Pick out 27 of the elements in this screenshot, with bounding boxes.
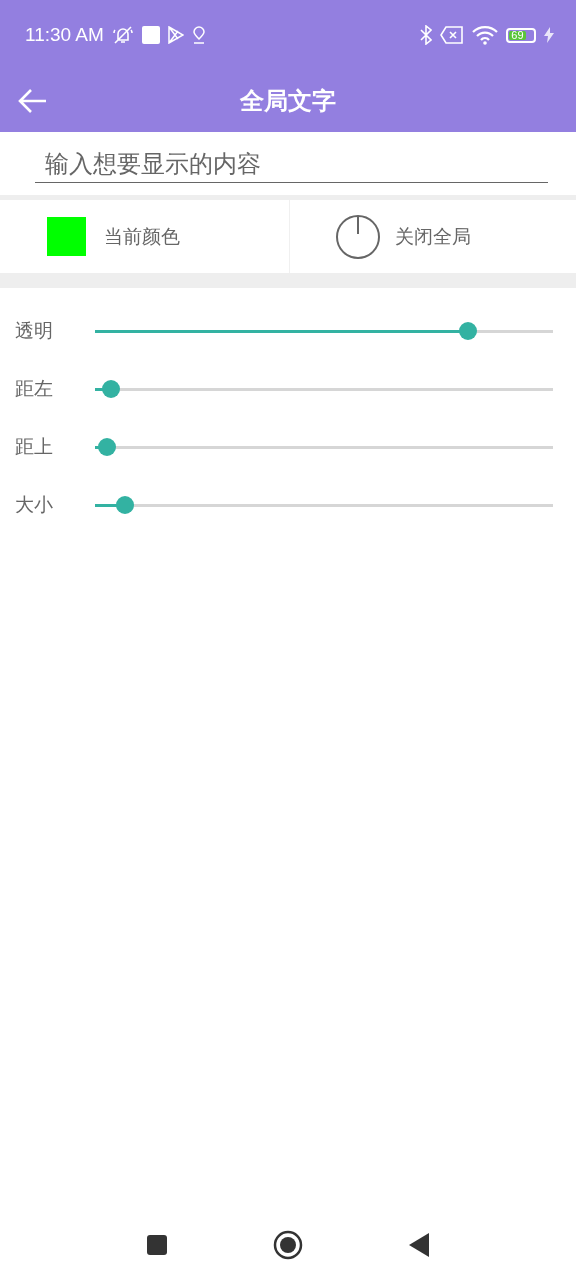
play-icon: [167, 26, 184, 44]
slider-thumb[interactable]: [97, 437, 116, 456]
square-icon: [141, 26, 160, 44]
bluetooth-icon: [420, 25, 432, 45]
text-input-field[interactable]: 输入想要显示的内容: [35, 146, 548, 183]
close-global-button[interactable]: 关闭全局: [289, 200, 576, 273]
back-button[interactable]: [18, 88, 48, 114]
recents-button[interactable]: [146, 1234, 168, 1256]
power-icon: [334, 213, 381, 260]
screen-title: 全局文字: [240, 87, 336, 115]
color-picker-button[interactable]: 当前颜色: [0, 200, 290, 273]
back-nav-button[interactable]: [408, 1232, 430, 1258]
no-sim-icon: [440, 26, 464, 44]
slider-label: 距左: [14, 376, 54, 401]
pin-icon: [191, 26, 206, 44]
slider-thumb[interactable]: [102, 379, 121, 398]
wifi-icon: [472, 25, 498, 45]
slider-thumb[interactable]: [115, 495, 134, 514]
battery-icon: 69: [506, 27, 536, 43]
slider-label: 透明: [14, 318, 54, 343]
slider-thumb[interactable]: [459, 321, 478, 340]
charging-icon: [544, 27, 554, 43]
home-button[interactable]: [273, 1230, 303, 1260]
bell-off-icon: [111, 25, 134, 45]
slider-label: 大小: [14, 492, 54, 517]
slider-label: 距上: [14, 434, 54, 459]
status-time: 11:30 AM: [25, 24, 104, 46]
